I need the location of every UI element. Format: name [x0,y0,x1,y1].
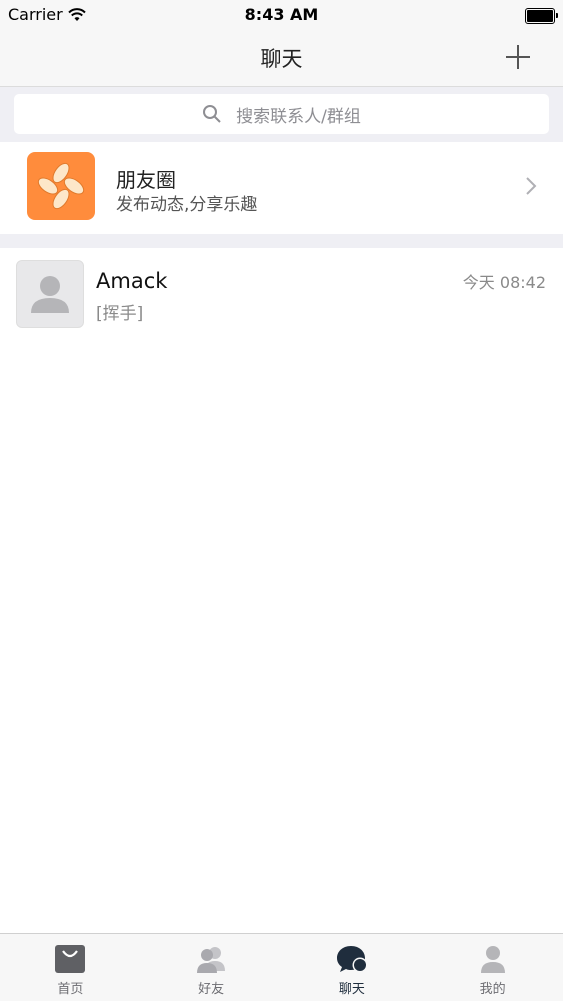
status-bar: Carrier 8:43 AM [0,0,563,30]
status-time: 8:43 AM [244,5,319,24]
shopping-bag-icon [55,945,86,973]
pinwheel-icon [37,162,85,210]
tab-friends-label: 好友 [198,982,225,997]
tab-chat-label: 聊天 [338,982,365,997]
avatar [16,260,84,328]
chat-message-preview: [挥手] [96,304,144,324]
plus-icon [506,45,530,69]
tab-friends[interactable]: 好友 [141,934,282,1001]
tab-bar: 首页 好友 聊天 我的 [0,933,563,1001]
moments-row[interactable]: 朋友圈 发布动态,分享乐趣 [0,142,563,234]
moments-subtitle: 发布动态,分享乐趣 [116,195,258,215]
chat-list-item[interactable]: Amack [挥手] 今天 08:42 [0,248,563,338]
search-input[interactable]: 搜索联系人/群组 [14,94,549,134]
default-person-avatar-icon [31,276,69,313]
search-icon [203,105,221,123]
chat-timestamp: 今天 08:42 [462,273,546,292]
search-area: 搜索联系人/群组 [0,87,563,142]
tab-chat[interactable]: 聊天 [282,934,423,1001]
moments-icon-tile [27,152,95,220]
friends-icon [197,947,226,973]
section-divider [0,234,563,248]
tab-profile-label: 我的 [479,982,506,997]
moments-title: 朋友圈 [116,168,176,192]
add-button[interactable] [503,42,533,72]
page-title: 聊天 [260,47,303,71]
tab-home[interactable]: 首页 [0,934,141,1001]
chat-bubble-icon [336,946,368,973]
profile-icon [480,946,505,973]
tab-profile[interactable]: 我的 [422,934,563,1001]
navigation-bar: 聊天 [0,30,563,87]
battery-icon [525,8,558,24]
chevron-right-icon [526,177,537,195]
chat-contact-name: Amack [96,269,168,293]
search-placeholder: 搜索联系人/群组 [236,106,361,127]
tab-home-label: 首页 [57,982,84,997]
